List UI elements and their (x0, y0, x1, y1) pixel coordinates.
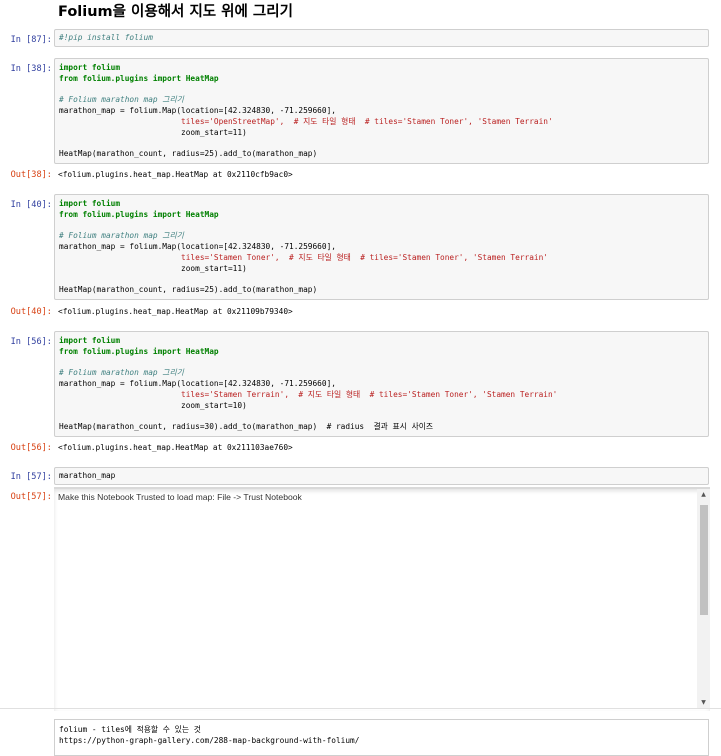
code-line: zoom_start=11) (59, 263, 247, 273)
in-prompt: In [56]: (10, 337, 52, 347)
code-text: import folium from folium.plugins import… (55, 332, 708, 437)
code-line: tiles='OpenStreetMap', # 지도 타일 형태 # tile… (59, 116, 553, 126)
code-line: import folium (59, 63, 121, 72)
in-prompt: In [38]: (10, 64, 52, 74)
section-heading: Folium을 이용해서 지도 위에 그리기 (58, 4, 293, 20)
divider (0, 708, 721, 709)
scroll-up-icon[interactable]: ▲ (697, 489, 710, 501)
code-line: #!pip install folium (59, 33, 153, 42)
in-prompt: In [40]: (10, 200, 52, 210)
markdown-line: folium - tiles에 적용할 수 있는 것 (59, 725, 201, 734)
code-text: marathon_map (55, 468, 708, 486)
code-line: tiles='Stamen Terrain', # 지도 타일 형태 # til… (59, 389, 558, 399)
out-prompt: Out[57]: (10, 492, 52, 502)
code-line: tiles='Stamen Toner', # 지도 타일 형태 # tiles… (59, 252, 548, 262)
markdown-cell[interactable]: folium - tiles에 적용할 수 있는 것 https://pytho… (54, 719, 709, 756)
code-line: import folium (59, 336, 121, 345)
code-line: zoom_start=11) (59, 127, 247, 137)
code-line: marathon_map = folium.Map(location=[42.3… (59, 106, 336, 116)
code-text: #!pip install folium (55, 30, 708, 48)
code-line: # Folium marathon map 그리기 (59, 231, 184, 241)
out-prompt: Out[56]: (10, 443, 52, 453)
out-prompt: Out[40]: (10, 307, 52, 317)
code-line: marathon_map (59, 471, 116, 480)
code-line: zoom_start=10) (59, 400, 247, 410)
output-text: <folium.plugins.heat_map.HeatMap at 0x21… (58, 170, 293, 179)
in-prompt: In [87]: (10, 35, 52, 45)
markdown-text: folium - tiles에 적용할 수 있는 것 https://pytho… (55, 720, 708, 750)
code-line: # Folium marathon map 그리기 (59, 368, 184, 378)
out-prompt: Out[38]: (10, 170, 52, 180)
code-line: from folium.plugins import HeatMap (59, 209, 219, 219)
code-line: marathon_map = folium.Map(location=[42.3… (59, 379, 336, 389)
output-text: <folium.plugins.heat_map.HeatMap at 0x21… (58, 307, 293, 316)
scrollbar-thumb[interactable] (700, 505, 708, 615)
markdown-link[interactable]: https://python-graph-gallery.com/288-map… (59, 736, 359, 745)
code-cell[interactable]: import folium from folium.plugins import… (54, 58, 709, 164)
code-line: HeatMap(marathon_count, radius=25).add_t… (59, 149, 318, 159)
code-line: marathon_map = folium.Map(location=[42.3… (59, 242, 336, 252)
map-output-frame[interactable]: Make this Notebook Trusted to load map: … (54, 487, 710, 711)
code-text: import folium from folium.plugins import… (55, 59, 708, 164)
trust-notice: Make this Notebook Trusted to load map: … (58, 492, 302, 502)
code-cell[interactable]: marathon_map (54, 467, 709, 485)
output-text: <folium.plugins.heat_map.HeatMap at 0x21… (58, 443, 293, 452)
code-text: import folium from folium.plugins import… (55, 195, 708, 300)
code-line: HeatMap(marathon_count, radius=25).add_t… (59, 285, 318, 295)
in-prompt: In [57]: (10, 472, 52, 482)
code-cell[interactable]: import folium from folium.plugins import… (54, 194, 709, 300)
code-line: from folium.plugins import HeatMap (59, 73, 219, 83)
code-cell[interactable]: #!pip install folium (54, 29, 709, 47)
code-line: import folium (59, 199, 121, 208)
code-line: # Folium marathon map 그리기 (59, 95, 184, 105)
code-cell[interactable]: import folium from folium.plugins import… (54, 331, 709, 437)
vertical-scrollbar[interactable]: ▲ ▼ (697, 489, 710, 709)
code-line: from folium.plugins import HeatMap (59, 346, 219, 356)
code-line: HeatMap(marathon_count, radius=30).add_t… (59, 422, 434, 432)
